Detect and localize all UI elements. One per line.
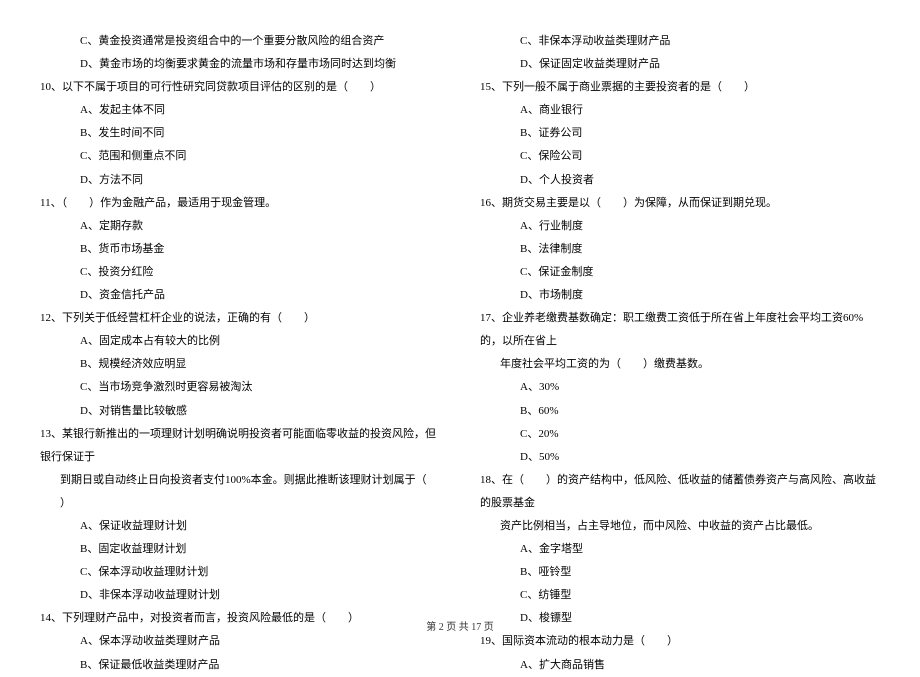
option: B、货币市场基金	[40, 238, 440, 261]
option: B、发生时间不同	[40, 122, 440, 145]
option: B、法律制度	[480, 238, 880, 261]
question-stem: 18、在（ ）的资产结构中，低风险、低收益的储蓄债券资产与高风险、高收益的股票基…	[480, 469, 880, 515]
option: A、行业制度	[480, 215, 880, 238]
option: C、纺锤型	[480, 584, 880, 607]
option: A、30%	[480, 376, 880, 399]
option: A、保证收益理财计划	[40, 515, 440, 538]
option: B、保证最低收益类理财产品	[40, 654, 440, 677]
option: D、资金信托产品	[40, 284, 440, 307]
page-footer: 第 2 页 共 17 页	[0, 617, 920, 638]
option: C、保险公司	[480, 145, 880, 168]
option: B、证券公司	[480, 122, 880, 145]
question-stem: 11、（ ）作为金融产品，最适用于现金管理。	[40, 192, 440, 215]
option: B、固定收益理财计划	[40, 538, 440, 561]
option: C、投资分红险	[40, 261, 440, 284]
option: A、发起主体不同	[40, 99, 440, 122]
option: D、黄金市场的均衡要求黄金的流量市场和存量市场同时达到均衡	[40, 53, 440, 76]
question-stem: 15、下列一般不属于商业票据的主要投资者的是（ ）	[480, 76, 880, 99]
option: C、20%	[480, 423, 880, 446]
option: B、60%	[480, 400, 880, 423]
option: C、保本浮动收益理财计划	[40, 561, 440, 584]
option: C、保证金制度	[480, 261, 880, 284]
question-stem: 12、下列关于低经营杠杆企业的说法，正确的有（ ）	[40, 307, 440, 330]
question-stem: 10、以下不属于项目的可行性研究同贷款项目评估的区别的是（ ）	[40, 76, 440, 99]
question-stem: 13、某银行新推出的一项理财计划明确说明投资者可能面临零收益的投资风险，但银行保…	[40, 423, 440, 469]
option: D、个人投资者	[480, 169, 880, 192]
option: D、方法不同	[40, 169, 440, 192]
option: A、金字塔型	[480, 538, 880, 561]
option: C、非保本浮动收益类理财产品	[480, 30, 880, 53]
option: B、哑铃型	[480, 561, 880, 584]
question-stem-cont: 到期日或自动终止日向投资者支付100%本金。则据此推断该理财计划属于（ ）	[40, 469, 440, 515]
option: D、市场制度	[480, 284, 880, 307]
option: D、非保本浮动收益理财计划	[40, 584, 440, 607]
option: A、扩大商品销售	[480, 654, 880, 677]
option: C、黄金投资通常是投资组合中的一个重要分散风险的组合资产	[40, 30, 440, 53]
option: B、规模经济效应明显	[40, 353, 440, 376]
left-column: C、黄金投资通常是投资组合中的一个重要分散风险的组合资产 D、黄金市场的均衡要求…	[40, 30, 440, 677]
option: A、固定成本占有较大的比例	[40, 330, 440, 353]
option: C、当市场竞争激烈时更容易被淘汰	[40, 376, 440, 399]
option: A、商业银行	[480, 99, 880, 122]
option: C、范围和侧重点不同	[40, 145, 440, 168]
option: A、定期存款	[40, 215, 440, 238]
question-stem-cont: 年度社会平均工资的为（ ）缴费基数。	[480, 353, 880, 376]
question-stem-cont: 资产比例相当，占主导地位，而中风险、中收益的资产占比最低。	[480, 515, 880, 538]
option: D、对销售量比较敏感	[40, 400, 440, 423]
question-stem: 16、期货交易主要是以（ ）为保障，从而保证到期兑现。	[480, 192, 880, 215]
question-stem: 17、企业养老缴费基数确定：职工缴费工资低于所在省上年度社会平均工资60%的，以…	[480, 307, 880, 353]
right-column: C、非保本浮动收益类理财产品 D、保证固定收益类理财产品 15、下列一般不属于商…	[480, 30, 880, 677]
option: D、50%	[480, 446, 880, 469]
option: D、保证固定收益类理财产品	[480, 53, 880, 76]
